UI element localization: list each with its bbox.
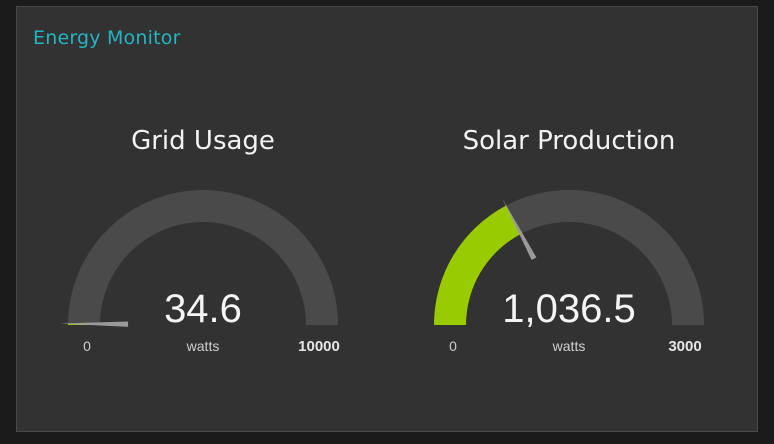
solar-production-max: 3000 [668,338,701,355]
grid-usage-min: 0 [83,338,91,354]
grid-usage-unit: watts [186,338,220,354]
solar-production-gauge: 1,036.5 watts 0 3000 [434,189,704,355]
grid-usage-max: 10000 [298,338,340,355]
solar-production-value: 1,036.5 [502,287,635,331]
grid-usage-gauge: 34.6 watts 0 10000 [60,190,340,355]
solar-production-unit: watts [552,338,586,354]
gauges-canvas: 34.6 watts 0 10000 1,036.5 watts 0 3000 [60,189,704,355]
grid-usage-value: 34.6 [164,287,242,331]
solar-production-min: 0 [449,338,457,354]
